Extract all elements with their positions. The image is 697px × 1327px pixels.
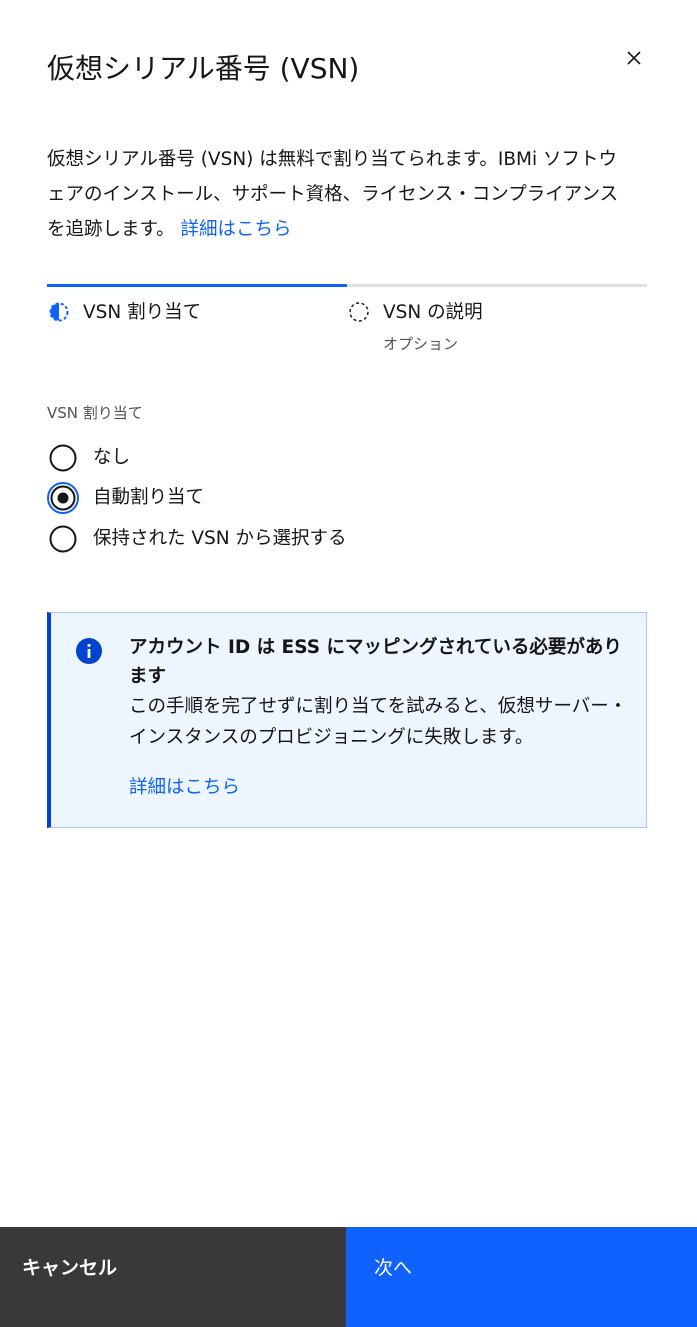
description-learn-more-link[interactable]: 詳細はこちら xyxy=(181,219,292,240)
step-vsn-description[interactable]: VSN の説明 オプション xyxy=(347,300,483,354)
close-button[interactable] xyxy=(620,44,648,72)
step-vsn-assignment[interactable]: VSN 割り当て xyxy=(47,300,201,326)
step-optional-label: オプション xyxy=(383,335,459,353)
vsn-modal: 仮想シリアル番号 (VSN) 仮想シリアル番号 (VSN) は無料で割り当てられ… xyxy=(0,0,697,1327)
modal-footer: キャンセル 次へ xyxy=(0,1227,697,1327)
step-label: VSN の説明 xyxy=(383,302,483,323)
cancel-button[interactable]: キャンセル xyxy=(0,1227,346,1327)
radio-none[interactable]: なし xyxy=(47,442,130,474)
radio-select-retained[interactable]: 保持された VSN から選択する xyxy=(47,523,347,555)
info-icon xyxy=(76,638,102,664)
radio-unchecked-icon[interactable] xyxy=(47,442,79,474)
modal-description: 仮想シリアル番号 (VSN) は無料で割り当てられます。IBMi ソフトウェアの… xyxy=(47,142,627,247)
radio-unchecked-icon[interactable] xyxy=(47,523,79,555)
next-button[interactable]: 次へ xyxy=(346,1227,697,1327)
notification-learn-more-link[interactable]: 詳細はこちら xyxy=(129,773,240,799)
info-notification: アカウント ID は ESS にマッピングされている必要があります この手順を完… xyxy=(47,612,647,828)
half-circle-icon xyxy=(49,302,69,322)
radio-label: 自動割り当て xyxy=(93,487,205,508)
radio-label: なし xyxy=(93,447,131,468)
notification-title: アカウント ID は ESS にマッピングされている必要があります xyxy=(129,637,622,687)
radio-label: 保持された VSN から選択する xyxy=(93,528,347,549)
radio-group-label: VSN 割り当て xyxy=(47,404,143,422)
description-text: 仮想シリアル番号 (VSN) は無料で割り当てられます。IBMi ソフトウェアの… xyxy=(47,149,619,240)
modal-title: 仮想シリアル番号 (VSN) xyxy=(47,52,360,85)
step-label: VSN 割り当て xyxy=(83,302,202,323)
close-icon xyxy=(627,51,641,65)
radio-checked-icon[interactable] xyxy=(47,482,79,514)
dashed-circle-icon xyxy=(349,302,369,322)
progress-fill xyxy=(47,284,347,287)
notification-body: この手順を完了せずに割り当てを試みると、仮想サーバー・インスタンスのプロビジョニ… xyxy=(129,696,628,748)
radio-auto-assign[interactable]: 自動割り当て xyxy=(47,482,204,514)
